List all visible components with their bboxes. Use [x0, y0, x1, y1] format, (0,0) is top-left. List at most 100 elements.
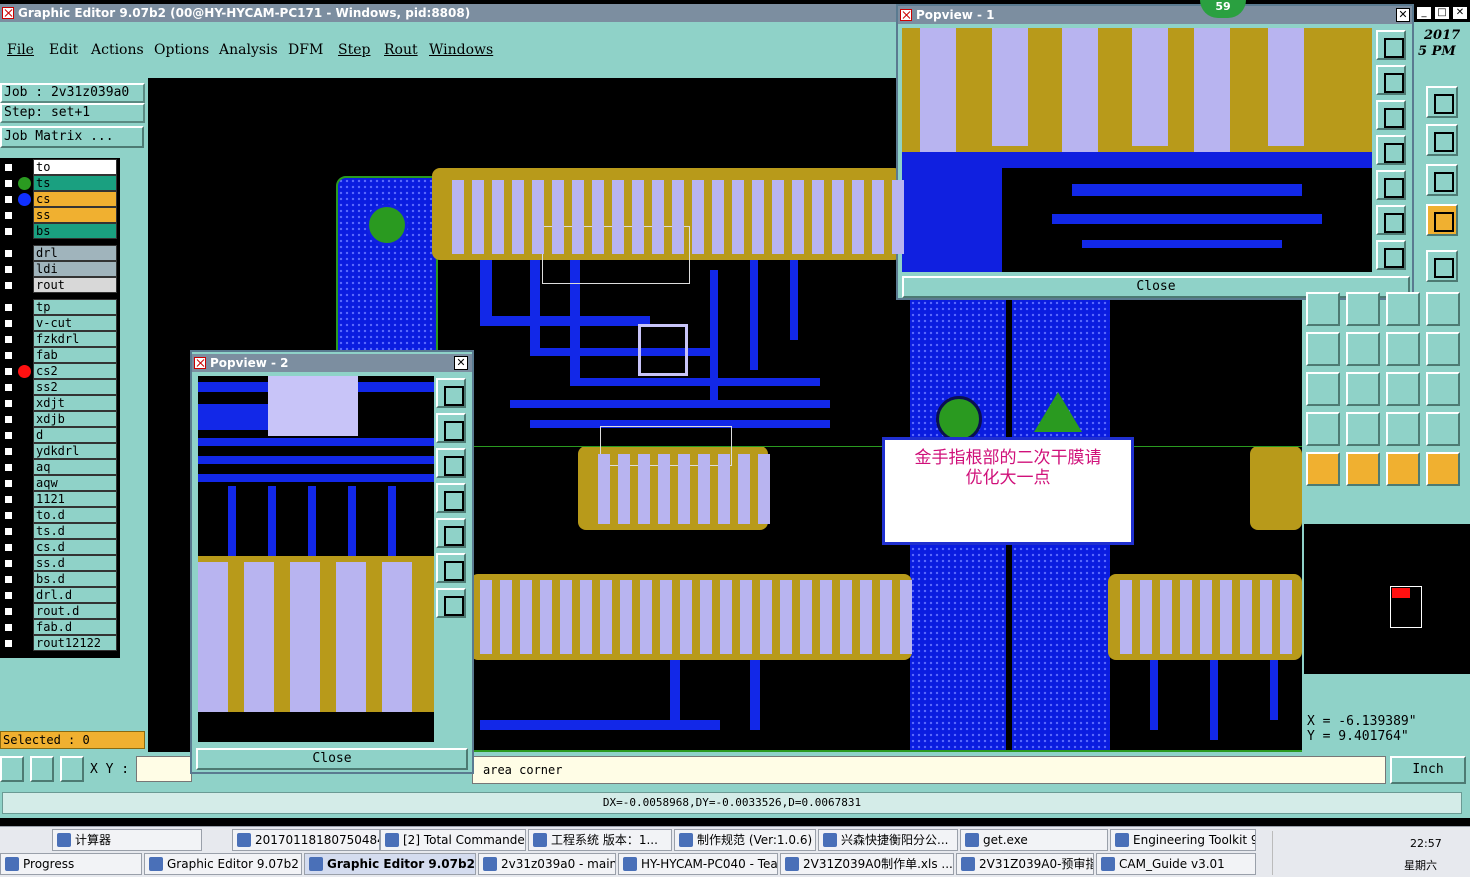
layer-name[interactable]: v-cut — [33, 315, 117, 331]
layer-checkbox[interactable] — [3, 398, 14, 409]
popview-tool-2-icon[interactable] — [436, 413, 466, 443]
bottom-tool-1[interactable] — [0, 756, 24, 782]
layer-checkbox[interactable] — [3, 590, 14, 601]
surface-tool-icon[interactable] — [1426, 412, 1460, 446]
layer-checkbox[interactable] — [3, 638, 14, 649]
node-tool-icon[interactable] — [1306, 292, 1340, 326]
layer-checkbox[interactable] — [3, 574, 14, 585]
select-arc-tool-icon[interactable] — [1386, 452, 1420, 486]
layer-row-d[interactable]: d — [1, 427, 119, 443]
layer-row-fab[interactable]: fab — [1, 347, 119, 363]
bottom-tool-2[interactable] — [30, 756, 54, 782]
popview-tool-5-icon[interactable] — [436, 518, 466, 548]
layer-row-rout[interactable]: rout — [1, 277, 119, 293]
menu-dfm[interactable]: DFM — [288, 42, 323, 58]
layer-checkbox[interactable] — [3, 414, 14, 425]
taskbar-item[interactable]: Graphic Editor 9.07b2 (0... — [144, 853, 302, 875]
layer-row-ldi[interactable]: ldi — [1, 261, 119, 277]
unit-selector[interactable]: Inch — [1390, 756, 1466, 784]
vertex-tool-icon[interactable] — [1346, 292, 1380, 326]
layer-row-fab.d[interactable]: fab.d — [1, 619, 119, 635]
taskbar-item[interactable]: 计算器 — [52, 829, 202, 851]
cut-tool-icon[interactable] — [1346, 372, 1380, 406]
taskbar-item[interactable]: 2V31Z039A0-预审指示.... — [956, 853, 1094, 875]
side-tool-a[interactable] — [1426, 86, 1458, 118]
layer-row-cs.d[interactable]: cs.d — [1, 539, 119, 555]
layer-name[interactable]: fab — [33, 347, 117, 363]
layer-name[interactable]: drl.d — [33, 587, 117, 603]
taskbar-item[interactable]: 20170118180750484... — [232, 829, 380, 851]
layer-checkbox[interactable] — [3, 210, 14, 221]
minimize-button[interactable]: _ — [1416, 6, 1432, 20]
maximize-button[interactable]: □ — [1434, 6, 1450, 20]
select-net-tool-icon[interactable] — [1426, 452, 1460, 486]
layer-name[interactable]: xdjb — [33, 411, 117, 427]
layer-name[interactable]: ss2 — [33, 379, 117, 395]
slot-tool-icon[interactable] — [1386, 412, 1420, 446]
layer-checkbox[interactable] — [3, 248, 14, 259]
job-matrix-button[interactable]: Job Matrix ... — [0, 126, 144, 148]
menu-edit[interactable]: Edit — [49, 42, 78, 58]
popview-tool-6-icon[interactable] — [436, 553, 466, 583]
layer-checkbox[interactable] — [3, 526, 14, 537]
popview-tool-6-icon[interactable] — [1376, 205, 1406, 235]
layer-name[interactable]: cs.d — [33, 539, 117, 555]
measure-tool-icon[interactable] — [1386, 372, 1420, 406]
menu-step[interactable]: Step — [338, 42, 370, 58]
layer-row-aqw[interactable]: aqw — [1, 475, 119, 491]
layer-row-aq[interactable]: aq — [1, 459, 119, 475]
tray-clock[interactable]: 22:57 — [1410, 837, 1442, 850]
popview-tool-3-icon[interactable] — [1376, 100, 1406, 130]
menu-windows[interactable]: Windows — [429, 42, 493, 58]
popview-tool-7-icon[interactable] — [1376, 240, 1406, 270]
layer-name[interactable]: to — [33, 159, 117, 175]
layer-row-ts[interactable]: ts — [1, 175, 119, 191]
layer-checkbox[interactable] — [3, 178, 14, 189]
popview-tool-1-icon[interactable] — [436, 378, 466, 408]
menu-file[interactable]: File — [7, 42, 34, 58]
bottom-tool-3[interactable] — [60, 756, 84, 782]
layer-checkbox[interactable] — [3, 350, 14, 361]
taskbar-item[interactable]: HY-HYCAM-PC040 - Tea... — [618, 853, 778, 875]
layer-checkbox[interactable] — [3, 318, 14, 329]
layer-name[interactable]: ss.d — [33, 555, 117, 571]
layer-name[interactable]: cs — [33, 191, 117, 207]
layer-row-cs[interactable]: cs — [1, 191, 119, 207]
layer-name[interactable]: fzkdrl — [33, 331, 117, 347]
side-tool-help[interactable] — [1426, 164, 1458, 196]
taskbar-item[interactable]: Progress — [0, 853, 142, 875]
layer-row-rout12122[interactable]: rout12122 — [1, 635, 119, 651]
layer-row-cs2[interactable]: cs2 — [1, 363, 119, 379]
layer-checkbox[interactable] — [3, 302, 14, 313]
layer-row-drl[interactable]: drl — [1, 245, 119, 261]
layer-name[interactable]: drl — [33, 245, 117, 261]
shape-tool-icon[interactable] — [1306, 372, 1340, 406]
taskbar-item[interactable]: 制作规范 (Ver:1.0.6) — [674, 829, 816, 851]
popview-tool-4-icon[interactable] — [436, 483, 466, 513]
layer-name[interactable]: to.d — [33, 507, 117, 523]
taskbar-item[interactable]: 2v31z039a0 - main_qa — [478, 853, 616, 875]
layer-name[interactable]: tp — [33, 299, 117, 315]
side-tool-b[interactable] — [1426, 124, 1458, 156]
layer-checkbox[interactable] — [3, 494, 14, 505]
edit-line-tool-icon[interactable] — [1346, 332, 1380, 366]
menu-actions[interactable]: Actions — [91, 42, 144, 58]
layer-name[interactable]: cs2 — [33, 363, 117, 379]
layer-row-bs.d[interactable]: bs.d — [1, 571, 119, 587]
mirror-tool-icon[interactable] — [1426, 332, 1460, 366]
layer-row-tp[interactable]: tp — [1, 299, 119, 315]
layer-checkbox[interactable] — [3, 382, 14, 393]
popview-1-canvas[interactable] — [902, 28, 1372, 272]
popview-tool-3-icon[interactable] — [436, 448, 466, 478]
tray-day[interactable]: 星期六 — [1404, 857, 1437, 873]
layer-checkbox[interactable] — [3, 510, 14, 521]
layer-name[interactable]: aq — [33, 459, 117, 475]
side-tool-c[interactable] — [1426, 204, 1458, 236]
pad-tool-icon[interactable] — [1386, 292, 1420, 326]
layer-checkbox[interactable] — [3, 446, 14, 457]
taskbar-item[interactable]: [2] Total Commander ... — [380, 829, 526, 851]
layer-row-rout.d[interactable]: rout.d — [1, 603, 119, 619]
line-tool-icon[interactable] — [1306, 332, 1340, 366]
layer-name[interactable]: rout12122 — [33, 635, 117, 651]
pick-tool-icon[interactable] — [1346, 412, 1380, 446]
